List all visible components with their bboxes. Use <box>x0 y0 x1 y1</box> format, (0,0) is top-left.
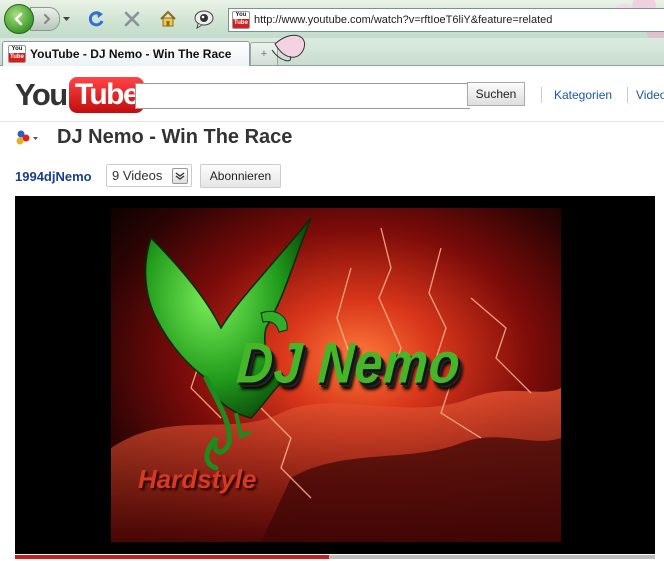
youtube-favicon-icon: You Tube <box>8 45 26 63</box>
progress-fill <box>15 555 329 559</box>
new-tab-button[interactable]: + <box>250 42 278 65</box>
back-button[interactable] <box>4 4 34 34</box>
logo-tube-text: Tube <box>74 78 140 111</box>
refresh-button[interactable] <box>84 7 108 31</box>
divider <box>627 87 628 103</box>
double-chevron-down-icon <box>175 172 185 180</box>
youtube-favicon-icon: You Tube <box>232 11 250 29</box>
search-button[interactable]: Suchen <box>467 82 525 106</box>
feeds-button[interactable] <box>192 7 216 31</box>
youtube-logo[interactable]: You Tube <box>15 77 145 113</box>
chevron-down-icon <box>62 16 70 21</box>
tab-youtube[interactable]: You Tube YouTube - DJ Nemo - Win The Rac… <box>2 41 250 66</box>
video-overlay-title: DJ Nemo <box>234 330 463 396</box>
playlist-dots-icon[interactable] <box>16 130 40 146</box>
forward-arrow-icon <box>44 14 51 24</box>
plus-icon: + <box>260 48 268 60</box>
divider <box>541 87 542 103</box>
channel-videos-dropdown[interactable]: 9 Videos <box>106 164 192 187</box>
subscribe-button[interactable]: Abonnieren <box>200 164 281 188</box>
forward-button[interactable] <box>30 7 60 31</box>
home-button[interactable] <box>156 7 180 31</box>
stop-button[interactable] <box>120 7 144 31</box>
stop-icon <box>124 11 140 27</box>
video-player[interactable]: DJ Nemo Hardstyle <box>15 196 655 554</box>
channel-link[interactable]: 1994djNemo <box>15 169 92 184</box>
youtube-header: You Tube Suchen Kategorien Videos <box>0 66 664 122</box>
search-input[interactable] <box>135 83 470 109</box>
logo-tube-box: Tube <box>68 77 145 113</box>
tab-title: YouTube - DJ Nemo - Win The Race <box>30 47 232 61</box>
home-icon <box>160 10 176 27</box>
navigation-buttons <box>4 4 72 34</box>
history-dropdown-button[interactable] <box>60 8 72 30</box>
video-overlay-subtitle: Hardstyle <box>138 464 257 494</box>
nav-link-videos[interactable]: Videos <box>636 88 664 102</box>
video-count: 9 Videos <box>112 168 163 183</box>
video-progress-bar[interactable] <box>15 555 655 559</box>
expand-videos-button[interactable] <box>172 168 188 184</box>
eye-feed-icon <box>194 10 214 29</box>
logo-you-text: You <box>15 77 68 112</box>
back-arrow-icon <box>14 12 23 26</box>
refresh-icon <box>88 11 104 27</box>
video-title: DJ Nemo - Win The Race <box>57 126 293 148</box>
nav-link-kategorien[interactable]: Kategorien <box>554 88 612 102</box>
browser-toolbar: You Tube http://www.youtube.com/watch?v=… <box>0 0 664 40</box>
address-url[interactable]: http://www.youtube.com/watch?v=rftIoeT6l… <box>254 14 552 26</box>
address-bar[interactable]: You Tube http://www.youtube.com/watch?v=… <box>228 8 664 32</box>
tab-bar: You Tube YouTube - DJ Nemo - Win The Rac… <box>0 38 664 66</box>
